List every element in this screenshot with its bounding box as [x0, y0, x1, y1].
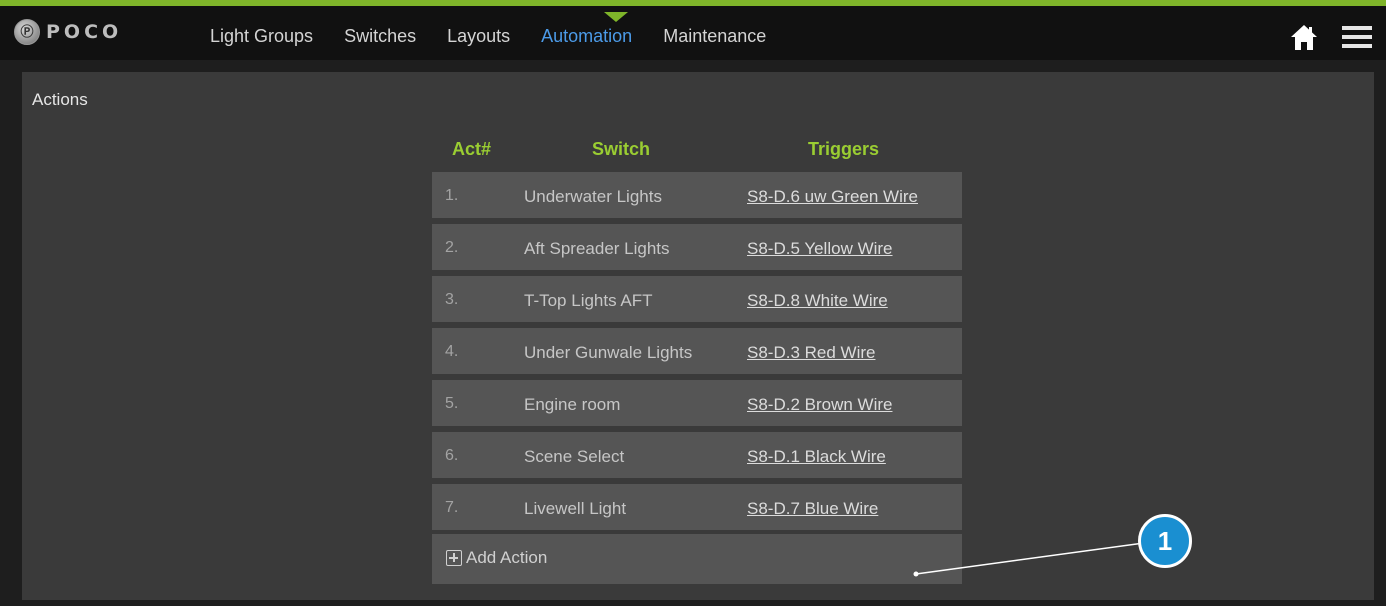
- nav-layouts[interactable]: Layouts: [447, 26, 510, 47]
- action-row[interactable]: 4. Under Gunwale Lights S8-D.3 Red Wire: [432, 328, 962, 374]
- action-switch: Engine room: [524, 395, 621, 414]
- action-row[interactable]: 7. Livewell Light S8-D.7 Blue Wire: [432, 484, 962, 530]
- callout-badge: 1: [1138, 514, 1192, 568]
- action-trigger-link[interactable]: S8-D.8 White Wire: [747, 291, 888, 311]
- add-action-label: Add Action: [466, 548, 548, 567]
- action-trigger-link[interactable]: S8-D.1 Black Wire: [747, 447, 886, 467]
- active-tab-indicator: [604, 12, 628, 22]
- action-number: 3.: [445, 291, 459, 308]
- action-switch: Aft Spreader Lights: [524, 239, 670, 258]
- action-number: 6.: [445, 447, 459, 464]
- action-trigger-link[interactable]: S8-D.2 Brown Wire: [747, 395, 892, 415]
- action-switch: Under Gunwale Lights: [524, 343, 693, 362]
- nav-switches[interactable]: Switches: [344, 26, 416, 47]
- action-trigger-link[interactable]: S8-D.5 Yellow Wire: [747, 239, 893, 259]
- nav-maintenance[interactable]: Maintenance: [663, 26, 766, 47]
- action-switch: Underwater Lights: [524, 187, 662, 206]
- action-number: 7.: [445, 499, 459, 516]
- plus-icon: [446, 550, 462, 566]
- nav-automation[interactable]: Automation: [541, 26, 632, 47]
- action-switch: Scene Select: [524, 447, 625, 466]
- column-header-triggers: Triggers: [808, 139, 880, 159]
- action-number: 4.: [445, 343, 459, 360]
- action-switch: Livewell Light: [524, 499, 627, 518]
- action-switch: T-Top Lights AFT: [524, 291, 653, 310]
- action-trigger-link[interactable]: S8-D.6 uw Green Wire: [747, 187, 918, 207]
- action-number: 1.: [445, 187, 459, 204]
- panel-title: Actions: [32, 90, 88, 109]
- hamburger-menu-icon[interactable]: [1342, 25, 1372, 49]
- column-header-act-number: Act#: [452, 139, 492, 159]
- column-header-switch: Switch: [592, 139, 651, 159]
- poco-logo: Ⓟ POCO: [14, 19, 122, 45]
- action-row[interactable]: 2. Aft Spreader Lights S8-D.5 Yellow Wir…: [432, 224, 962, 270]
- top-navigation-bar: Ⓟ POCO Light Groups Switches Layouts Aut…: [0, 0, 1386, 60]
- action-trigger-link[interactable]: S8-D.3 Red Wire: [747, 343, 875, 363]
- action-row[interactable]: 1. Underwater Lights S8-D.6 uw Green Wir…: [432, 172, 962, 218]
- action-number: 2.: [445, 239, 459, 256]
- action-row[interactable]: 5. Engine room S8-D.2 Brown Wire: [432, 380, 962, 426]
- logo-wordmark: POCO: [46, 21, 123, 43]
- home-icon[interactable]: [1290, 23, 1318, 51]
- action-row[interactable]: 3. T-Top Lights AFT S8-D.8 White Wire: [432, 276, 962, 322]
- logo-badge: Ⓟ: [14, 19, 40, 45]
- nav-light-groups[interactable]: Light Groups: [210, 26, 313, 47]
- add-action-button[interactable]: Add Action: [432, 534, 962, 584]
- action-row[interactable]: 6. Scene Select S8-D.1 Black Wire: [432, 432, 962, 478]
- main-nav: Light Groups Switches Layouts Automation…: [210, 26, 797, 47]
- action-trigger-link[interactable]: S8-D.7 Blue Wire: [747, 499, 878, 519]
- action-number: 5.: [445, 395, 459, 412]
